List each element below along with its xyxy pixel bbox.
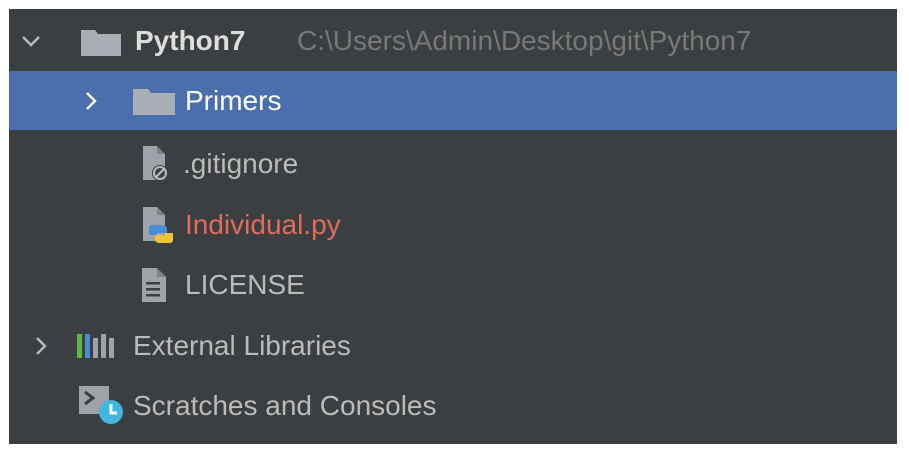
chevron-right-icon[interactable] xyxy=(79,89,103,113)
tree-node-label: Individual.py xyxy=(185,208,341,240)
tree-node-label: LICENSE xyxy=(185,268,305,300)
libraries-icon xyxy=(75,332,119,360)
tree-node-label: Scratches and Consoles xyxy=(133,389,437,421)
tree-node-label: .gitignore xyxy=(183,147,299,179)
chevron-right-icon[interactable] xyxy=(29,334,53,358)
project-name: Python7 xyxy=(135,24,246,56)
ignored-file-icon xyxy=(137,144,173,184)
chevron-down-icon[interactable] xyxy=(19,29,43,53)
tree-node-project-root[interactable]: Python7 C:\Users\Admin\Desktop\git\Pytho… xyxy=(9,11,897,70)
tree-node-gitignore[interactable]: .gitignore xyxy=(9,134,897,193)
folder-icon xyxy=(81,28,121,56)
tree-node-scratches-consoles[interactable]: Scratches and Consoles xyxy=(9,376,897,435)
tree-node-label: External Libraries xyxy=(133,329,351,361)
tree-node-primers[interactable]: Primers xyxy=(9,71,897,130)
tree-node-label: Primers xyxy=(185,84,282,116)
text-file-icon xyxy=(139,267,169,303)
tree-node-license[interactable]: LICENSE xyxy=(9,255,897,314)
folder-icon xyxy=(133,87,175,115)
tree-node-individual-py[interactable]: Individual.py xyxy=(9,195,897,254)
project-path: C:\Users\Admin\Desktop\git\Python7 xyxy=(297,24,752,56)
project-tool-window: Python7 C:\Users\Admin\Desktop\git\Pytho… xyxy=(9,9,897,444)
tree-node-external-libraries[interactable]: External Libraries xyxy=(9,316,897,375)
scratches-consoles-icon xyxy=(77,384,127,426)
python-file-icon xyxy=(137,205,175,245)
